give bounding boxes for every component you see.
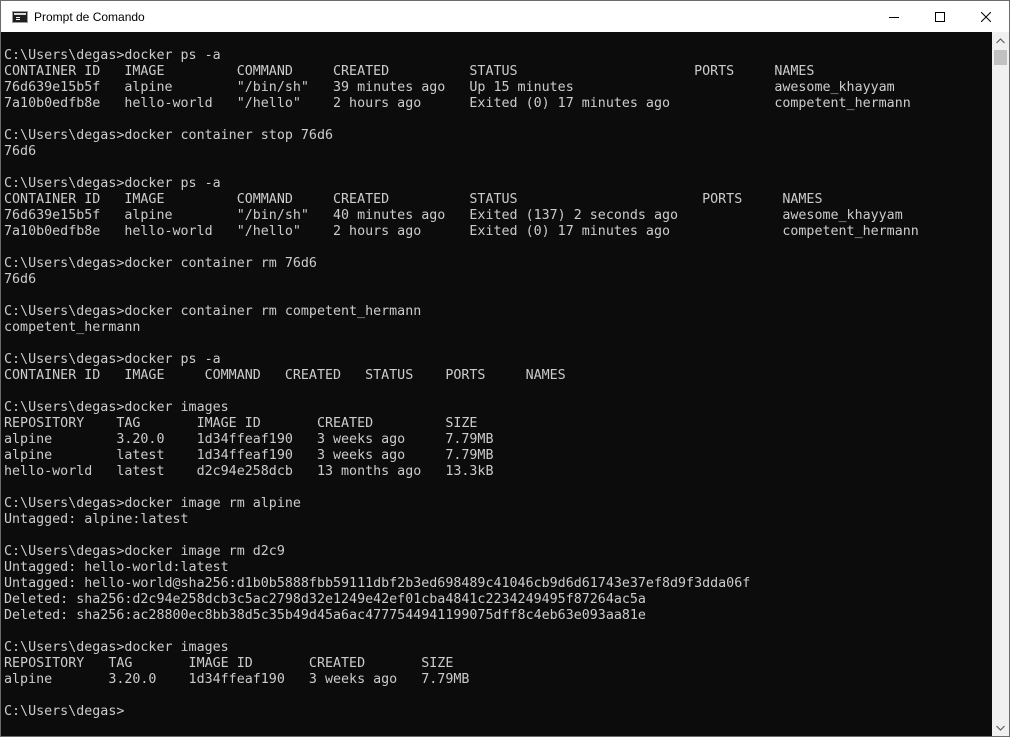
scroll-up-button[interactable] [992, 32, 1009, 49]
console-line: 76d6 [4, 144, 37, 159]
command-prompt-icon[interactable] [12, 10, 28, 23]
title-bar[interactable]: Prompt de Comando [1, 1, 1009, 32]
scroll-up-arrow-icon [996, 37, 1005, 43]
console-line: Untagged: alpine:latest [4, 512, 189, 527]
console-line: Deleted: sha256:d2c94e258dcb3c5ac2798d32… [4, 592, 646, 607]
window-controls [871, 1, 1009, 32]
console-line: C:\Users\degas> [4, 704, 125, 719]
console-line: hello-world latest d2c94e258dcb 13 month… [4, 464, 494, 479]
console-line: REPOSITORY TAG IMAGE ID CREATED SIZE [4, 416, 478, 431]
scroll-down-arrow-icon [996, 725, 1005, 731]
console-line: C:\Users\degas>docker image rm alpine [4, 496, 301, 511]
console-line: Untagged: hello-world@sha256:d1b0b5888fb… [4, 576, 751, 591]
console-line: 76d6 [4, 272, 37, 287]
console-lines: C:\Users\degas>docker ps -a CONTAINER ID … [4, 48, 919, 720]
console-line: C:\Users\degas>docker ps -a [4, 352, 221, 367]
vertical-scrollbar[interactable] [992, 32, 1009, 736]
close-icon [981, 11, 991, 22]
console-line: CONTAINER ID IMAGE COMMAND CREATED STATU… [4, 64, 815, 79]
console-line: 76d639e15b5f alpine "/bin/sh" 40 minutes… [4, 208, 903, 223]
scrollbar-thumb[interactable] [994, 50, 1007, 65]
command-prompt-window: Prompt de Comando C:\Users\degas>docker … [0, 0, 1010, 737]
window-title: Prompt de Comando [34, 9, 145, 24]
minimize-icon [889, 16, 899, 18]
console-output[interactable]: C:\Users\degas>docker ps -a CONTAINER ID … [1, 32, 992, 736]
console-line: alpine 3.20.0 1d34ffeaf190 3 weeks ago 7… [4, 432, 494, 447]
console-line: CONTAINER ID IMAGE COMMAND CREATED STATU… [4, 368, 566, 383]
console-line: C:\Users\degas>docker container stop 76d… [4, 128, 333, 143]
console-line: CONTAINER ID IMAGE COMMAND CREATED STATU… [4, 192, 823, 207]
console-line: C:\Users\degas>docker container rm compe… [4, 304, 422, 319]
console-line: competent_hermann [4, 320, 141, 335]
console-line: C:\Users\degas>docker images [4, 400, 229, 415]
console-line: 7a10b0edfb8e hello-world "/hello" 2 hour… [4, 224, 919, 239]
console-line: Untagged: hello-world:latest [4, 560, 229, 575]
console-line: C:\Users\degas>docker image rm d2c9 [4, 544, 285, 559]
console-line: alpine 3.20.0 1d34ffeaf190 3 weeks ago 7… [4, 672, 470, 687]
console-line: 7a10b0edfb8e hello-world "/hello" 2 hour… [4, 96, 911, 111]
console-line: alpine latest 1d34ffeaf190 3 weeks ago 7… [4, 448, 494, 463]
scroll-down-button[interactable] [992, 719, 1009, 736]
minimize-button[interactable] [871, 1, 917, 32]
maximize-button[interactable] [917, 1, 963, 32]
console-line: 76d639e15b5f alpine "/bin/sh" 39 minutes… [4, 80, 895, 95]
console-line: C:\Users\degas>docker container rm 76d6 [4, 256, 317, 271]
maximize-icon [935, 11, 945, 22]
console-line: C:\Users\degas>docker images [4, 640, 229, 655]
console-line: REPOSITORY TAG IMAGE ID CREATED SIZE [4, 656, 454, 671]
close-button[interactable] [963, 1, 1009, 32]
console-line: Deleted: sha256:ac28800ec8bb38d5c35b49d4… [4, 608, 646, 623]
console-line: C:\Users\degas>docker ps -a [4, 176, 221, 191]
console-line: C:\Users\degas>docker ps -a [4, 48, 221, 63]
